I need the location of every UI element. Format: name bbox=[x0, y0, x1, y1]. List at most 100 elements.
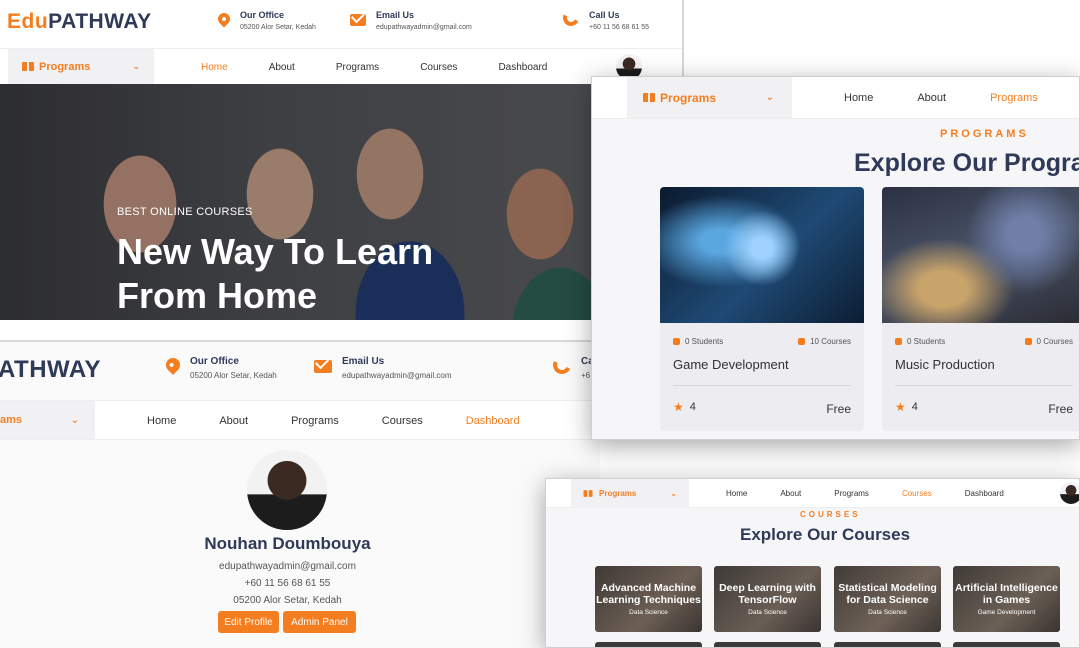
program-price: Free bbox=[1048, 402, 1073, 416]
courses-kicker: COURSES bbox=[800, 510, 861, 519]
admin-panel-button[interactable]: Admin Panel bbox=[283, 611, 356, 633]
book-icon bbox=[1024, 338, 1032, 345]
programs-dropdown-label: Programs bbox=[39, 60, 91, 73]
star-icon: ★ bbox=[895, 400, 906, 414]
nav-programs[interactable]: Programs bbox=[291, 415, 339, 427]
programs-dropdown[interactable]: Programs ⌄ bbox=[627, 77, 792, 118]
logo-pathway-text: PATHWAY bbox=[48, 10, 152, 33]
course-title: Artificial Intelligence in Games bbox=[955, 582, 1058, 606]
email-info: Email Us edupathwayadmin@gmail.com bbox=[314, 356, 452, 380]
programs-dropdown-label: Programs bbox=[660, 90, 717, 105]
map-pin-icon bbox=[215, 10, 233, 30]
hero-title-line-1: New Way To Learn bbox=[117, 231, 434, 272]
nav-dashboard[interactable]: Dashboard bbox=[965, 489, 1004, 498]
edit-profile-button[interactable]: Edit Profile bbox=[218, 611, 279, 633]
chevron-down-icon: ⌄ bbox=[70, 414, 79, 426]
courses-text: 0 Courses bbox=[1036, 337, 1073, 346]
course-card[interactable]: Deep Learning with TensorFlow Data Scien… bbox=[714, 566, 821, 632]
courses-title: Explore Our Courses bbox=[740, 525, 911, 544]
program-image bbox=[882, 187, 1079, 323]
call-value[interactable]: +60 11 56 68 61 55 bbox=[589, 24, 649, 31]
office-value: 05200 Alor Setar, Kedah bbox=[190, 371, 277, 380]
program-name: Music Production bbox=[895, 357, 995, 372]
courses-page-window: Programs ⌄ Home About Programs Courses D… bbox=[545, 478, 1080, 648]
user-avatar[interactable] bbox=[1060, 482, 1079, 504]
logo-edu-text: Edu bbox=[7, 10, 49, 33]
profile-address: 05200 Alor Setar, Kedah bbox=[233, 595, 342, 606]
nav-courses[interactable]: Courses bbox=[420, 62, 457, 73]
nav-courses[interactable]: Courses bbox=[902, 489, 932, 498]
hero-title: New Way To Learn From Home bbox=[117, 230, 433, 318]
nav-home[interactable]: Home bbox=[147, 415, 176, 427]
course-title: Statistical Modeling for Data Science bbox=[838, 582, 937, 606]
program-rating: ★ 4 bbox=[673, 400, 696, 414]
phone-icon bbox=[550, 353, 574, 379]
nav-home[interactable]: Home bbox=[844, 92, 873, 104]
divider bbox=[895, 385, 1073, 386]
program-image bbox=[660, 187, 864, 323]
program-card[interactable]: 0 Students 10 Courses Game Development ★… bbox=[660, 187, 864, 431]
nav-home[interactable]: Home bbox=[201, 62, 228, 73]
nav-about[interactable]: About bbox=[219, 415, 248, 427]
nav-about[interactable]: About bbox=[917, 92, 946, 104]
nav-dashboard[interactable]: Dashboard bbox=[498, 62, 547, 73]
course-card-next-row bbox=[595, 642, 702, 647]
email-info: Email Us edupathwayadmin@gmail.com bbox=[350, 10, 472, 31]
course-category: Data Science bbox=[629, 609, 668, 616]
students-count: 0 Students bbox=[673, 337, 723, 346]
nav-links: Home About Programs Courses Dashboard bbox=[726, 479, 1004, 508]
nav-dashboard[interactable]: Dashboard bbox=[466, 415, 520, 427]
site-logo-cut[interactable]: ATHWAY bbox=[0, 356, 101, 384]
users-icon bbox=[895, 338, 902, 345]
dashboard-page-window: ATHWAY Our Office 05200 Alor Setar, Keda… bbox=[0, 340, 600, 648]
email-label: Email Us bbox=[376, 10, 415, 20]
course-card[interactable]: Advanced Machine Learning Techniques Dat… bbox=[595, 566, 702, 632]
email-label: Email Us bbox=[342, 356, 385, 367]
email-value[interactable]: edupathwayadmin@gmail.com bbox=[342, 371, 452, 380]
office-info: Our Office 05200 Alor Setar, Kedah bbox=[163, 355, 277, 380]
site-logo[interactable]: Edu PATHWAY bbox=[7, 10, 152, 34]
email-value[interactable]: edupathwayadmin@gmail.com bbox=[376, 24, 472, 31]
nav-programs[interactable]: Programs bbox=[834, 489, 869, 498]
hero-kicker: BEST ONLINE COURSES bbox=[117, 206, 253, 218]
main-navbar: Programs ⌄ Home About Programs Courses D… bbox=[546, 479, 1079, 508]
course-card[interactable]: Artificial Intelligence in Games Game De… bbox=[953, 566, 1060, 632]
rating-value: 4 bbox=[689, 401, 696, 413]
course-category: Data Science bbox=[868, 609, 907, 616]
nav-programs[interactable]: Programs bbox=[336, 62, 379, 73]
phone-icon bbox=[560, 7, 582, 31]
hero-title-line-2: From Home bbox=[117, 275, 318, 316]
chevron-down-icon: ⌄ bbox=[765, 92, 774, 103]
nav-courses[interactable]: Courses bbox=[382, 415, 423, 427]
course-category: Game Development bbox=[977, 609, 1036, 616]
profile-email: edupathwayadmin@gmail.com bbox=[219, 561, 356, 572]
students-text: 0 Students bbox=[907, 337, 946, 346]
profile-avatar bbox=[247, 450, 327, 530]
nav-about[interactable]: About bbox=[269, 62, 295, 73]
course-category: Data Science bbox=[748, 609, 787, 616]
programs-dropdown[interactable]: Programs ⌄ bbox=[571, 479, 689, 507]
nav-links: Home About Programs Courses Dashboard bbox=[201, 49, 547, 85]
hero-banner: BEST ONLINE COURSES New Way To Learn Fro… bbox=[0, 84, 682, 320]
courses-count: 0 Courses bbox=[1024, 337, 1073, 346]
courses-count: 10 Courses bbox=[798, 337, 851, 346]
programs-dropdown[interactable]: Programs ⌄ bbox=[8, 49, 154, 84]
nav-home[interactable]: Home bbox=[726, 489, 747, 498]
programs-dropdown-label: Programs bbox=[599, 488, 637, 498]
course-card-next-row bbox=[834, 642, 941, 647]
nav-links: Home About Programs Courses Dashboard bbox=[147, 401, 520, 441]
office-info: Our Office 05200 Alor Setar, Kedah bbox=[215, 10, 316, 31]
course-card[interactable]: Statistical Modeling for Data Science Da… bbox=[834, 566, 941, 632]
chevron-down-icon: ⌄ bbox=[670, 488, 677, 498]
nav-about[interactable]: About bbox=[780, 489, 801, 498]
mail-icon bbox=[314, 360, 332, 378]
students-count: 0 Students bbox=[895, 337, 945, 346]
students-text: 0 Students bbox=[685, 337, 724, 346]
nav-programs[interactable]: Programs bbox=[990, 92, 1038, 104]
programs-dropdown[interactable]: ams ⌄ bbox=[0, 401, 95, 439]
logo-pathway-text-cut: ATHWAY bbox=[0, 356, 102, 383]
programs-dropdown-label: ams bbox=[0, 414, 23, 426]
program-card[interactable]: 0 Students 0 Courses Music Production ★ 4… bbox=[882, 187, 1079, 431]
call-label: Call Us bbox=[589, 10, 620, 20]
home-page-window: Edu PATHWAY Our Office 05200 Alor Setar, … bbox=[0, 0, 684, 320]
